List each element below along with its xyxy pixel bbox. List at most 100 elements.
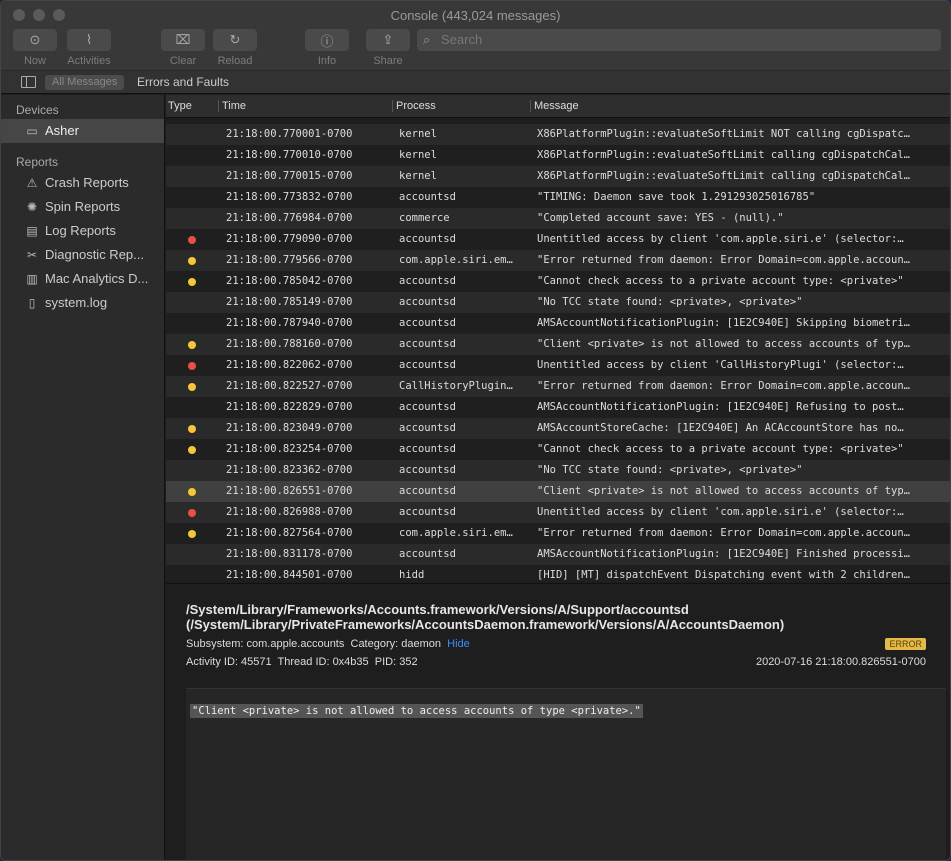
sidebar-item-report[interactable]: ▯ system.log	[1, 291, 164, 315]
cell-time: 21:18:00.770015-0700	[226, 170, 353, 182]
now-button[interactable]: ⊙ Now	[13, 29, 57, 67]
cell-time: 21:18:00.822062-0700	[226, 359, 353, 371]
table-row[interactable]: 21:18:00.779090-0700 accountsd Unentitled …	[166, 229, 950, 250]
cell-message: [HID] [MT] dispatchEvent Dispatching eve…	[537, 569, 910, 581]
fault-indicator-icon	[188, 383, 196, 391]
clear-button[interactable]: ⌧ Clear	[161, 29, 205, 67]
cell-time: 21:18:00.776984-0700	[226, 212, 353, 224]
filter-bar: All Messages Errors and Faults	[1, 71, 950, 94]
table-row[interactable]: 21:18:00.844501-0700 hidd [HID] [MT] dispa…	[166, 565, 950, 581]
sidebar: Devices ▭ Asher Reports ⚠ Crash Reports ✺ Sp…	[1, 95, 165, 860]
cell-process: kernel	[399, 128, 437, 140]
cell-process: accountsd	[399, 485, 456, 497]
share-icon: ⇪	[366, 29, 410, 51]
table-row[interactable]: 21:18:00.827564-0700 com.apple.siri.em… "E…	[166, 523, 950, 544]
cell-time: 21:18:00.823254-0700	[226, 443, 353, 455]
subsystem-value: com.apple.accounts	[246, 638, 345, 650]
cell-message: X86PlatformPlugin::evaluateSoftLimit cal…	[537, 170, 910, 182]
table-row[interactable]: 21:18:00.776984-0700 commerce "Completed a…	[166, 208, 950, 229]
detail-timestamp: 2020-07-16 21:18:00.826551-0700	[755, 656, 926, 668]
share-label: Share	[373, 55, 403, 67]
laptop-icon: ▭	[26, 124, 38, 138]
report-label: Log Reports	[45, 223, 116, 238]
log-rows[interactable]: 21:18:00.770001-0700 kernel X86PlatformPlu…	[166, 124, 950, 581]
table-row[interactable]: 21:18:00.822527-0700 CallHistoryPlugin… "E…	[166, 376, 950, 397]
detail-pane: /System/Library/Frameworks/Accounts.fram…	[166, 583, 950, 860]
sidebar-item-device[interactable]: ▭ Asher	[1, 119, 164, 143]
cell-process: com.apple.siri.em…	[399, 254, 513, 266]
table-row[interactable]: 21:18:00.785149-0700 accountsd "No TCC sta…	[166, 292, 950, 313]
detail-meta: Subsystem: com.apple.accounts Category: …	[186, 638, 930, 656]
category-label: Category:	[350, 638, 399, 650]
cell-time: 21:18:00.779090-0700	[226, 233, 353, 245]
table-row[interactable]: 21:18:00.779566-0700 com.apple.siri.em… "E…	[166, 250, 950, 271]
table-row[interactable]: 21:18:00.826551-0700 accountsd "Client <pr…	[166, 481, 950, 502]
sidebar-item-report[interactable]: ✺ Spin Reports	[1, 195, 164, 219]
table-row[interactable]: 21:18:00.787940-0700 accountsd AMSAccountN…	[166, 313, 950, 334]
table-row[interactable]: 21:18:00.822829-0700 accountsd AMSAccountN…	[166, 397, 950, 418]
table-row[interactable]: 21:18:00.770015-0700 kernel X86PlatformPlu…	[166, 166, 950, 187]
crash-report-icon: ⚠	[26, 176, 38, 190]
cell-time: 21:18:00.785149-0700	[226, 296, 353, 308]
sidebar-item-report[interactable]: ▤ Log Reports	[1, 219, 164, 243]
cell-message: "Error returned from daemon: Error Domai…	[537, 254, 910, 266]
sidebar-toggle-icon[interactable]	[21, 76, 36, 88]
cell-time: 21:18:00.770010-0700	[226, 149, 353, 161]
sidebar-item-report[interactable]: ▥ Mac Analytics D...	[1, 267, 164, 291]
message-body[interactable]: "Client <private> is not allowed to acce…	[186, 688, 946, 860]
device-label: Asher	[45, 123, 79, 138]
column-type[interactable]: Type	[166, 100, 218, 112]
cell-process: CallHistoryPlugin…	[399, 380, 513, 392]
fault-indicator-icon	[188, 425, 196, 433]
cell-process: accountsd	[399, 506, 456, 518]
cell-process: kernel	[399, 149, 437, 161]
fault-indicator-icon	[188, 530, 196, 538]
cell-time: 21:18:00.788160-0700	[226, 338, 353, 350]
activities-button[interactable]: ⌇ Activities	[65, 29, 113, 67]
search-icon: ⌕	[423, 32, 431, 47]
cell-message: Unentitled access by client 'CallHistory…	[537, 359, 904, 371]
share-button[interactable]: ⇪ Share	[366, 29, 410, 67]
table-row[interactable]: 21:18:00.773832-0700 accountsd "TIMING: Da…	[166, 187, 950, 208]
report-label: Crash Reports	[45, 175, 129, 190]
table-row[interactable]: 21:18:00.826988-0700 accountsd Unentitled …	[166, 502, 950, 523]
now-label: Now	[23, 55, 46, 67]
errors-faults-button[interactable]: Errors and Faults	[137, 75, 229, 90]
pid-label: PID:	[374, 656, 397, 668]
cell-time: 21:18:00.827564-0700	[226, 527, 353, 539]
sidebar-item-report[interactable]: ⚠ Crash Reports	[1, 171, 164, 195]
cell-process: accountsd	[399, 296, 456, 308]
all-messages-button[interactable]: All Messages	[45, 75, 125, 90]
console-window: Console (443,024 messages) ⊙ Now ⌇ Activit…	[0, 0, 951, 861]
table-row[interactable]: 21:18:00.770010-0700 kernel X86PlatformPlu…	[166, 145, 950, 166]
cell-time: 21:18:00.826988-0700	[226, 506, 353, 518]
search-input[interactable]: ⌕ Search	[417, 29, 941, 51]
cell-message: "Error returned from daemon: Error Domai…	[537, 380, 910, 392]
cell-message: Unentitled access by client 'com.apple.s…	[537, 233, 904, 245]
reload-button[interactable]: ↻ Reload	[213, 29, 257, 67]
column-process[interactable]: Process	[392, 100, 530, 112]
table-row[interactable]: 21:18:00.785042-0700 accountsd "Cannot che…	[166, 271, 950, 292]
table-row[interactable]: 21:18:00.788160-0700 accountsd "Client <pr…	[166, 334, 950, 355]
table-row[interactable]: 21:18:00.770001-0700 kernel X86PlatformPlu…	[166, 124, 950, 145]
cell-time: 21:18:00.823362-0700	[226, 464, 353, 476]
table-row[interactable]: 21:18:00.831178-0700 accountsd AMSAccountN…	[166, 544, 950, 565]
sidebar-item-report[interactable]: ✂ Diagnostic Rep...	[1, 243, 164, 267]
column-message[interactable]: Message	[530, 100, 579, 112]
fault-indicator-icon	[188, 446, 196, 454]
table-row[interactable]: 21:18:00.823362-0700 accountsd "No TCC sta…	[166, 460, 950, 481]
cell-process: accountsd	[399, 317, 456, 329]
info-button[interactable]: ⓘ Info	[305, 29, 349, 67]
report-label: Mac Analytics D...	[45, 271, 149, 286]
table-row[interactable]: 21:18:00.823049-0700 accountsd AMSAccountS…	[166, 418, 950, 439]
table-row[interactable]: 21:18:00.823254-0700 accountsd "Cannot che…	[166, 439, 950, 460]
hide-link[interactable]: Hide	[447, 638, 470, 650]
cell-message: "Client <private> is not allowed to acce…	[537, 338, 910, 350]
info-icon: ⓘ	[305, 29, 349, 51]
table-row[interactable]: 21:18:00.822062-0700 accountsd Unentitled …	[166, 355, 950, 376]
cell-message: "No TCC state found: <private>, <private…	[537, 296, 803, 308]
devices-header: Devices	[16, 103, 59, 117]
activity-label: Activity ID:	[186, 656, 238, 668]
column-time[interactable]: Time	[218, 100, 392, 112]
cell-message: "Cannot check access to a private accoun…	[537, 275, 904, 287]
